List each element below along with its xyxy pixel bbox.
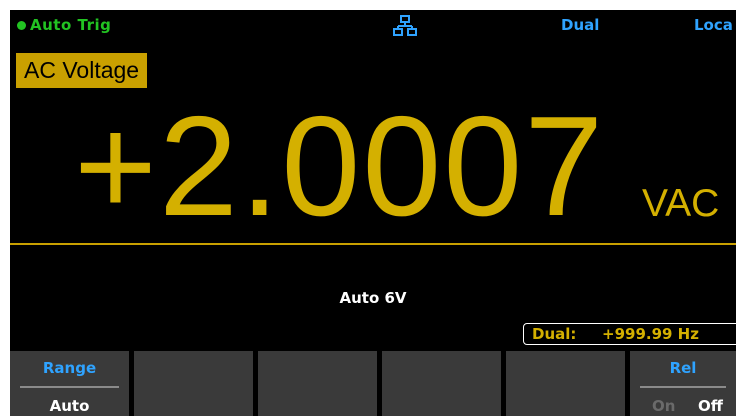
status-bar: Auto Trig Dual Loca bbox=[10, 10, 736, 42]
function-label: AC Voltage bbox=[16, 53, 148, 88]
main-reading: +2.0007 bbox=[74, 87, 606, 246]
dual-display: Dual: +999.99 Hz bbox=[523, 323, 736, 345]
reading-unit: VAC bbox=[642, 182, 720, 225]
softkey-2[interactable] bbox=[134, 351, 253, 416]
softkey-range[interactable]: Range Auto bbox=[10, 351, 129, 416]
dual-reading: +999.99 Hz bbox=[602, 325, 699, 343]
softkey-value: Auto bbox=[49, 397, 90, 415]
dual-label: Dual: bbox=[532, 325, 577, 343]
dual-mode-indicator: Dual bbox=[561, 16, 600, 34]
softkey-rel[interactable]: Rel On Off bbox=[630, 351, 736, 416]
range-status: Auto 6V bbox=[339, 289, 407, 307]
network-icon bbox=[393, 15, 417, 36]
softkey-divider bbox=[640, 386, 726, 388]
softkey-divider bbox=[20, 386, 119, 388]
rel-off-option[interactable]: Off bbox=[698, 397, 723, 415]
divider bbox=[10, 243, 736, 245]
remote-status: Loca bbox=[694, 16, 733, 34]
meter-screen: Auto Trig Dual Loca AC Voltage +2.0007 V… bbox=[10, 10, 736, 416]
trigger-status: Auto Trig bbox=[30, 16, 112, 34]
softkey-5[interactable] bbox=[506, 351, 625, 416]
softkey-3[interactable] bbox=[258, 351, 377, 416]
rel-on-option[interactable]: On bbox=[652, 397, 675, 415]
trigger-indicator-icon bbox=[17, 21, 26, 30]
softkey-4[interactable] bbox=[382, 351, 501, 416]
softkey-title: Rel bbox=[669, 359, 697, 377]
softkey-bar: Range Auto Rel On Off bbox=[10, 351, 736, 416]
softkey-title: Range bbox=[42, 359, 97, 377]
